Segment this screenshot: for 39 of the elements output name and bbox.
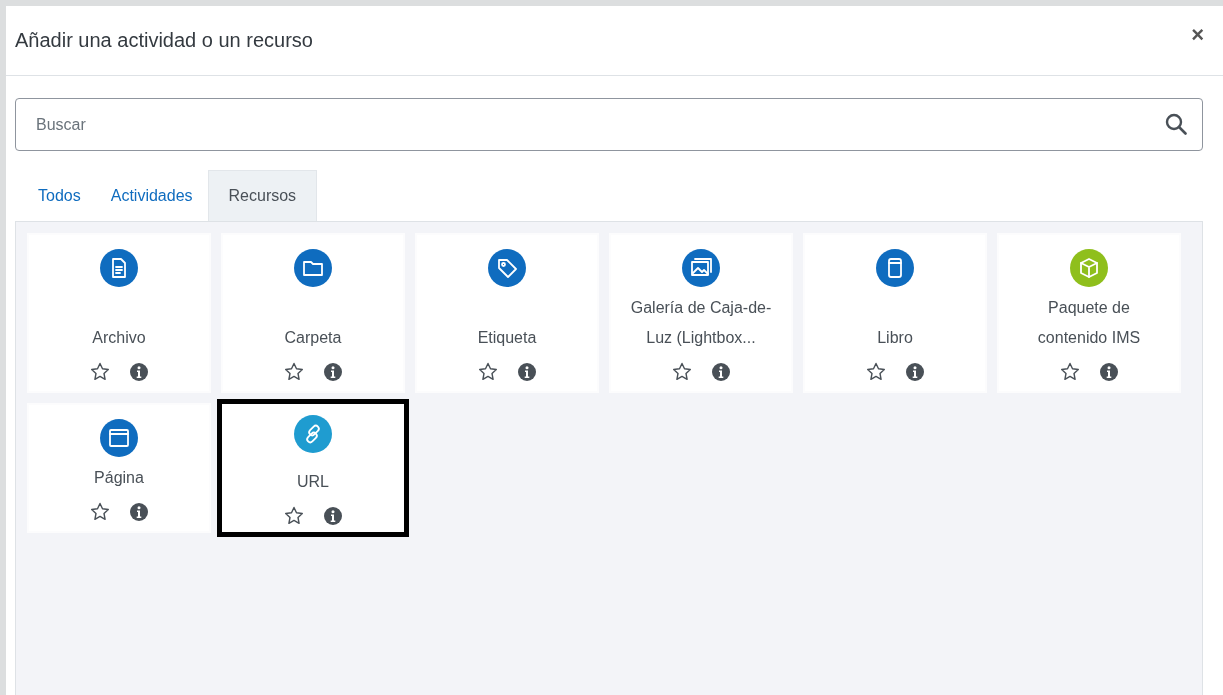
search-icon <box>1165 113 1187 135</box>
info-icon[interactable] <box>1100 362 1118 381</box>
resource-name: Página <box>94 468 144 488</box>
star-icon[interactable] <box>866 362 886 381</box>
info-icon[interactable] <box>130 502 148 521</box>
star-icon[interactable] <box>672 362 692 381</box>
resource-card[interactable]: Archivo <box>27 233 211 393</box>
tab[interactable]: Actividades <box>95 170 208 221</box>
resource-name: Etiqueta <box>477 328 537 348</box>
star-icon[interactable] <box>1060 362 1080 381</box>
search-field[interactable]: Buscar <box>15 98 1203 151</box>
info-icon[interactable] <box>518 362 536 381</box>
resource-name: Archivo <box>92 328 146 348</box>
star-icon[interactable] <box>90 362 110 381</box>
star-icon[interactable] <box>284 362 304 381</box>
close-button[interactable]: × <box>1187 21 1208 48</box>
info-icon[interactable] <box>712 362 730 381</box>
info-icon[interactable] <box>130 362 148 381</box>
resource-name: Libro <box>877 328 913 348</box>
resource-card[interactable]: Página <box>27 403 211 533</box>
resource-card[interactable]: Galería de Caja-de-Luz (Lightbox... <box>609 233 793 393</box>
resource-card[interactable]: Etiqueta <box>415 233 599 393</box>
resource-name: Paquete de contenido IMS <box>1036 298 1142 348</box>
info-icon[interactable] <box>324 506 342 525</box>
star-icon[interactable] <box>284 506 304 525</box>
dialog-title: Añadir una actividad o un recurso <box>15 29 313 52</box>
resource-card[interactable]: URL <box>217 399 409 537</box>
info-icon[interactable] <box>324 362 342 381</box>
resource-name: Carpeta <box>284 328 342 348</box>
tab[interactable]: Recursos <box>207 170 318 221</box>
info-icon[interactable] <box>906 362 924 381</box>
resource-name: URL <box>297 472 329 492</box>
tab[interactable]: Todos <box>23 170 96 221</box>
resource-name: Galería de Caja-de-Luz (Lightbox... <box>629 298 773 348</box>
resource-card[interactable]: Libro <box>803 233 987 393</box>
resource-card[interactable]: Paquete de contenido IMS <box>997 233 1181 393</box>
star-icon[interactable] <box>90 502 110 521</box>
star-icon[interactable] <box>478 362 498 381</box>
resource-card[interactable]: Carpeta <box>221 233 405 393</box>
